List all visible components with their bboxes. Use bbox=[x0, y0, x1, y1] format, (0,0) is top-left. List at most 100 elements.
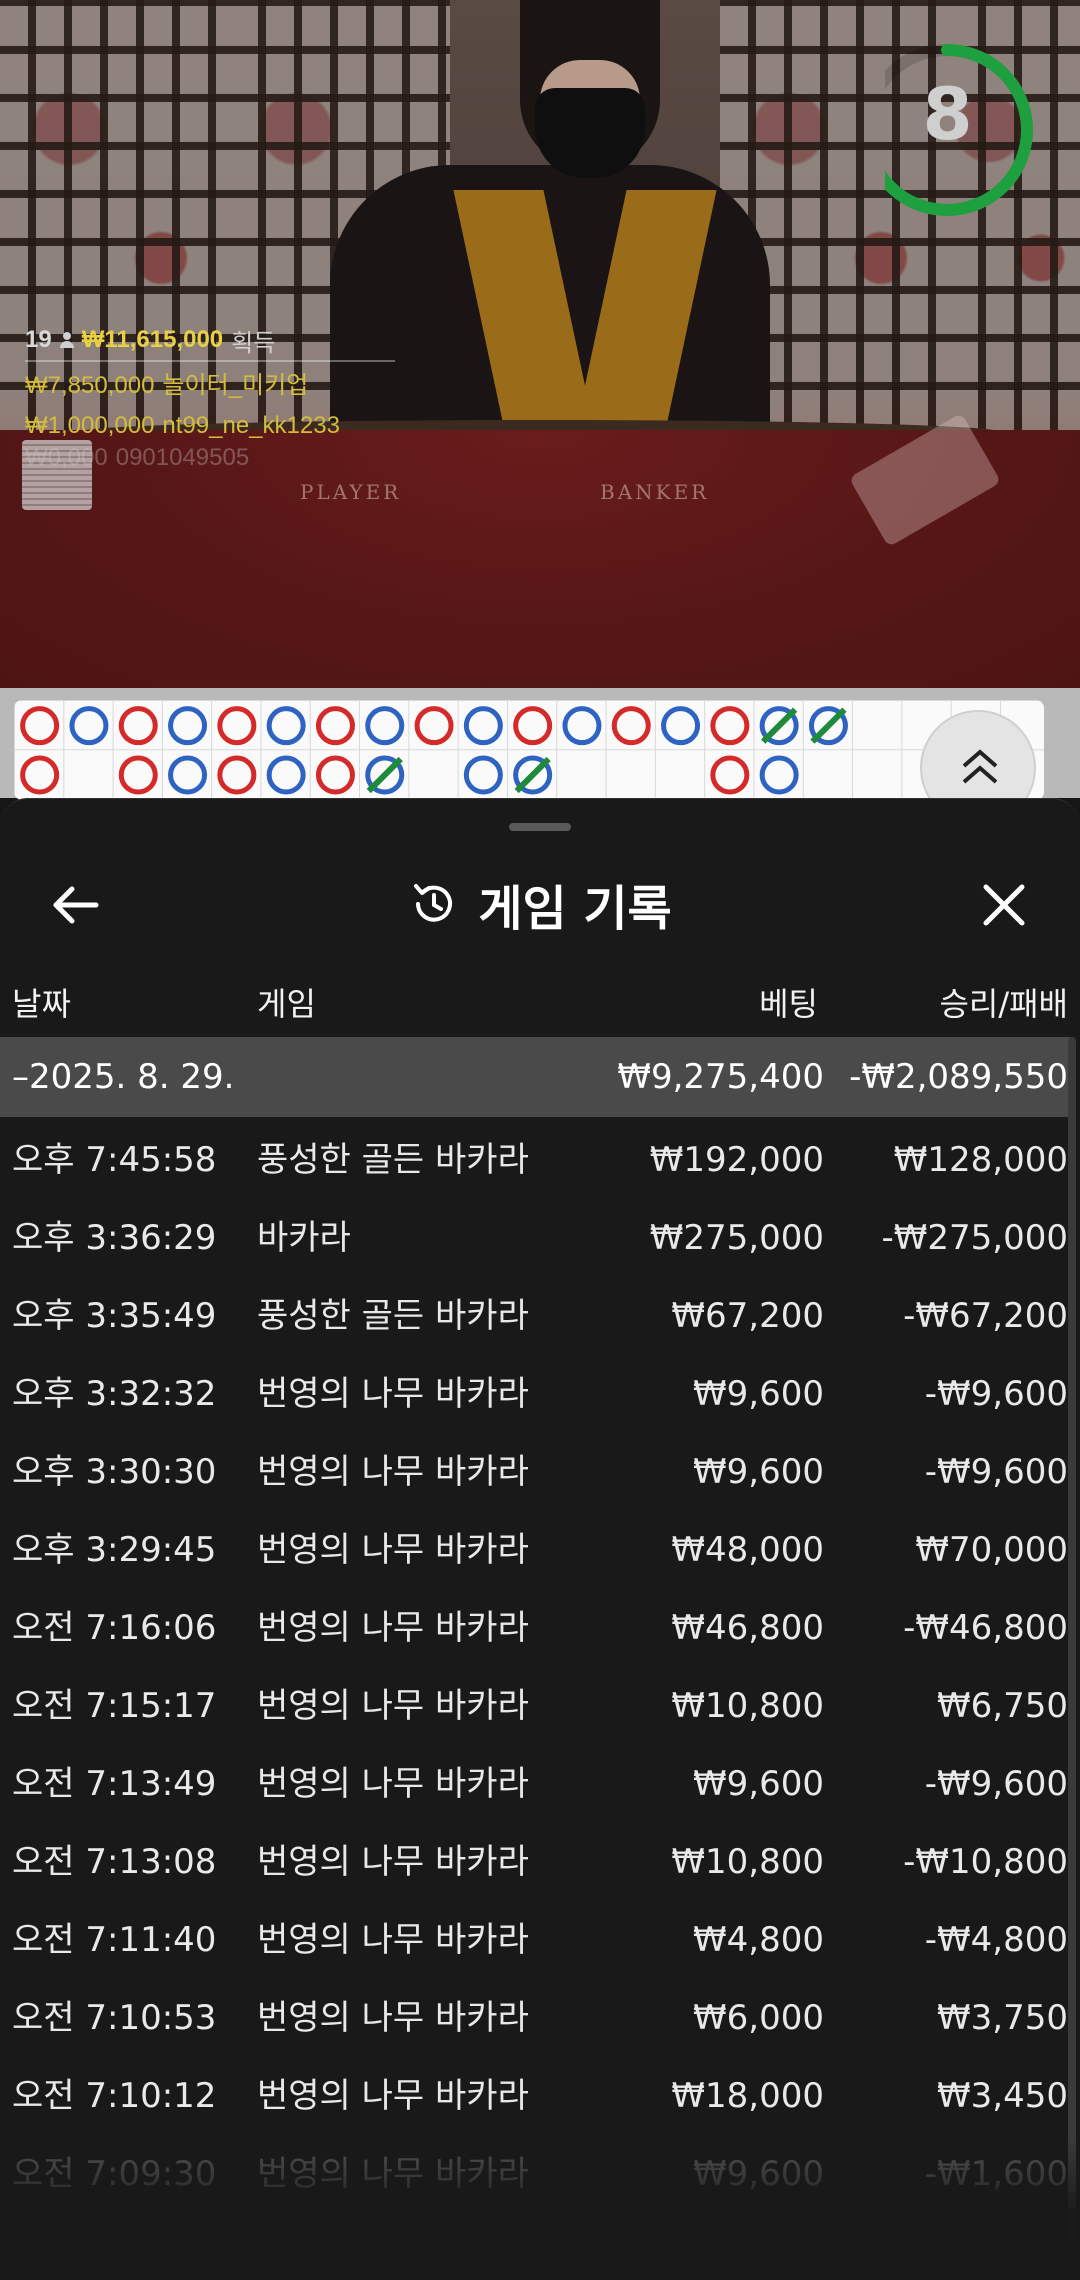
history-row[interactable]: 오후 3:35:49 풍성한 골든 바카라 ₩67,200 -₩67,200 bbox=[0, 1273, 1070, 1351]
row-game: 번영의 나무 바카라 bbox=[257, 2154, 529, 2194]
row-time: 오후 3:36:29 bbox=[12, 1218, 217, 1258]
row-game: 번영의 나무 바카라 bbox=[257, 1842, 529, 1882]
winner-name: 0901049505 bbox=[115, 446, 250, 470]
history-row[interactable]: 오전 7:15:17 번영의 나무 바카라 ₩10,800 ₩6,750 bbox=[0, 1663, 1070, 1741]
timer-value: 8 bbox=[922, 72, 973, 156]
row-game: 풍성한 골든 바카라 bbox=[257, 1140, 529, 1180]
winner-row: ₩0,000 0901049505 bbox=[25, 446, 395, 470]
bead-road-grid bbox=[20, 706, 848, 795]
row-result: -₩9,600 bbox=[924, 1452, 1068, 1492]
close-icon bbox=[983, 884, 1025, 926]
history-row[interactable]: 오전 7:11:40 번영의 나무 바카라 ₩4,800 -₩4,800 bbox=[0, 1897, 1070, 1975]
banker-bead bbox=[315, 706, 355, 746]
back-button[interactable] bbox=[46, 875, 106, 935]
row-game: 바카라 bbox=[257, 1218, 351, 1258]
player-bead bbox=[562, 706, 602, 746]
player-bead bbox=[168, 706, 208, 746]
banker-bead bbox=[611, 706, 651, 746]
row-time: 오후 3:32:32 bbox=[12, 1374, 217, 1414]
row-game: 번영의 나무 바카라 bbox=[257, 1608, 529, 1648]
row-time: 오전 7:09:30 bbox=[12, 2154, 217, 2194]
row-result: ₩3,750 bbox=[937, 1998, 1068, 2038]
history-row[interactable]: 오전 7:13:49 번영의 나무 바카라 ₩9,600 -₩9,600 bbox=[0, 1741, 1070, 1819]
history-row[interactable]: 오전 7:10:53 번영의 나무 바카라 ₩6,000 ₩3,750 bbox=[0, 1975, 1070, 2053]
sheet-header: 게임 기록 bbox=[0, 849, 1080, 959]
row-time: 오후 3:35:49 bbox=[12, 1296, 217, 1336]
tie-bead bbox=[513, 755, 553, 795]
group-date: –2025. 8. 29. bbox=[12, 1057, 235, 1097]
divider bbox=[25, 360, 395, 362]
winner-amount: ₩1,000,000 bbox=[25, 412, 155, 439]
player-bead bbox=[365, 706, 405, 746]
date-group-header[interactable]: –2025. 8. 29. ₩9,275,400 -₩2,089,550 bbox=[0, 1037, 1070, 1117]
row-game: 번영의 나무 바카라 bbox=[257, 1530, 529, 1570]
banker-bead bbox=[217, 706, 257, 746]
tie-bead bbox=[759, 706, 799, 746]
history-row[interactable]: 오후 3:32:32 번영의 나무 바카라 ₩9,600 -₩9,600 bbox=[0, 1351, 1070, 1429]
row-result: ₩70,000 bbox=[915, 1530, 1068, 1570]
winner-row: ₩7,850,000 놀이터_미키업 bbox=[25, 366, 395, 406]
history-row[interactable]: 오후 7:45:58 풍성한 골든 바카라 ₩192,000 ₩128,000 bbox=[0, 1117, 1070, 1195]
history-row[interactable]: 오후 3:36:29 바카라 ₩275,000 -₩275,000 bbox=[0, 1195, 1070, 1273]
row-game: 번영의 나무 바카라 bbox=[257, 2076, 529, 2116]
row-game: 번영의 나무 바카라 bbox=[257, 1920, 529, 1960]
banker-bead bbox=[20, 755, 60, 795]
winner-name: nt99_ne_kk1233 bbox=[162, 412, 340, 439]
row-game: 번영의 나무 바카라 bbox=[257, 1764, 529, 1804]
column-game: 게임 bbox=[257, 985, 316, 1023]
row-result: -₩9,600 bbox=[924, 1374, 1068, 1414]
scrollbar[interactable] bbox=[1068, 1037, 1076, 2237]
row-game: 번영의 나무 바카라 bbox=[257, 1686, 529, 1726]
history-row[interactable]: 오전 7:13:08 번영의 나무 바카라 ₩10,800 -₩10,800 bbox=[0, 1819, 1070, 1897]
row-result: ₩128,000 bbox=[893, 1140, 1068, 1180]
row-time: 오전 7:15:17 bbox=[12, 1686, 217, 1726]
winner-row: ₩1,000,000 nt99_ne_kk1233 bbox=[25, 406, 395, 446]
player-bead bbox=[266, 706, 306, 746]
countdown-timer: 8 bbox=[861, 40, 1045, 220]
banker-bead bbox=[315, 755, 355, 795]
row-time: 오전 7:10:53 bbox=[12, 1998, 217, 2038]
winners-total-amount: ₩11,615,000 bbox=[81, 326, 224, 353]
history-row[interactable]: 오전 7:09:30 번영의 나무 바카라 ₩9,600 -₩1,600 bbox=[0, 2131, 1070, 2209]
bead-road[interactable] bbox=[14, 700, 1044, 800]
row-time: 오전 7:11:40 bbox=[12, 1920, 217, 1960]
arrow-left-icon bbox=[53, 886, 99, 924]
banker-bead bbox=[118, 755, 158, 795]
history-row[interactable]: 오후 3:30:30 번영의 나무 바카라 ₩9,600 -₩9,600 bbox=[0, 1429, 1070, 1507]
drag-handle[interactable] bbox=[509, 823, 571, 831]
row-bet: ₩18,000 bbox=[671, 2076, 824, 2116]
banker-bead bbox=[20, 706, 60, 746]
player-bead bbox=[463, 706, 503, 746]
row-result: -₩4,800 bbox=[924, 1920, 1068, 1960]
group-win-total: -₩2,089,550 bbox=[849, 1057, 1068, 1097]
history-rows: 오후 7:45:58 풍성한 골든 바카라 ₩192,000 ₩128,000 오후 3… bbox=[0, 1117, 1070, 2209]
history-row[interactable]: 오전 7:16:06 번영의 나무 바카라 ₩46,800 -₩46,800 bbox=[0, 1585, 1070, 1663]
row-bet: ₩275,000 bbox=[649, 1218, 824, 1258]
close-button[interactable] bbox=[974, 875, 1034, 935]
title-wrap: 게임 기록 bbox=[0, 849, 1080, 959]
row-result: -₩275,000 bbox=[881, 1218, 1069, 1258]
history-row[interactable]: 오후 3:29:45 번영의 나무 바카라 ₩48,000 ₩70,000 bbox=[0, 1507, 1070, 1585]
player-bead bbox=[661, 706, 701, 746]
row-bet: ₩10,800 bbox=[671, 1842, 824, 1882]
row-bet: ₩48,000 bbox=[671, 1530, 824, 1570]
winners-total-label: 획득 bbox=[231, 329, 276, 357]
row-bet: ₩46,800 bbox=[671, 1608, 824, 1648]
game-history-sheet: 게임 기록 날짜 게임 베팅 승리/패배 –2025. 8. 29. ₩9,27… bbox=[0, 798, 1080, 2280]
banker-bead bbox=[217, 755, 257, 795]
row-result: ₩3,450 bbox=[937, 2076, 1068, 2116]
row-time: 오후 3:30:30 bbox=[12, 1452, 217, 1492]
row-bet: ₩9,600 bbox=[693, 1374, 824, 1414]
row-time: 오후 3:29:45 bbox=[12, 1530, 217, 1570]
tie-bead bbox=[365, 755, 405, 795]
winners-total: 19 ₩11,615,000 획득 bbox=[25, 322, 395, 358]
row-time: 오후 7:45:58 bbox=[12, 1140, 217, 1180]
row-game: 번영의 나무 바카라 bbox=[257, 1452, 529, 1492]
row-bet: ₩192,000 bbox=[649, 1140, 824, 1180]
row-result: -₩46,800 bbox=[903, 1608, 1068, 1648]
row-game: 번영의 나무 바카라 bbox=[257, 1374, 529, 1414]
history-row[interactable]: 오전 7:10:12 번영의 나무 바카라 ₩18,000 ₩3,450 bbox=[0, 2053, 1070, 2131]
row-result: -₩9,600 bbox=[924, 1764, 1068, 1804]
row-game: 풍성한 골든 바카라 bbox=[257, 1296, 529, 1336]
row-bet: ₩4,800 bbox=[693, 1920, 824, 1960]
